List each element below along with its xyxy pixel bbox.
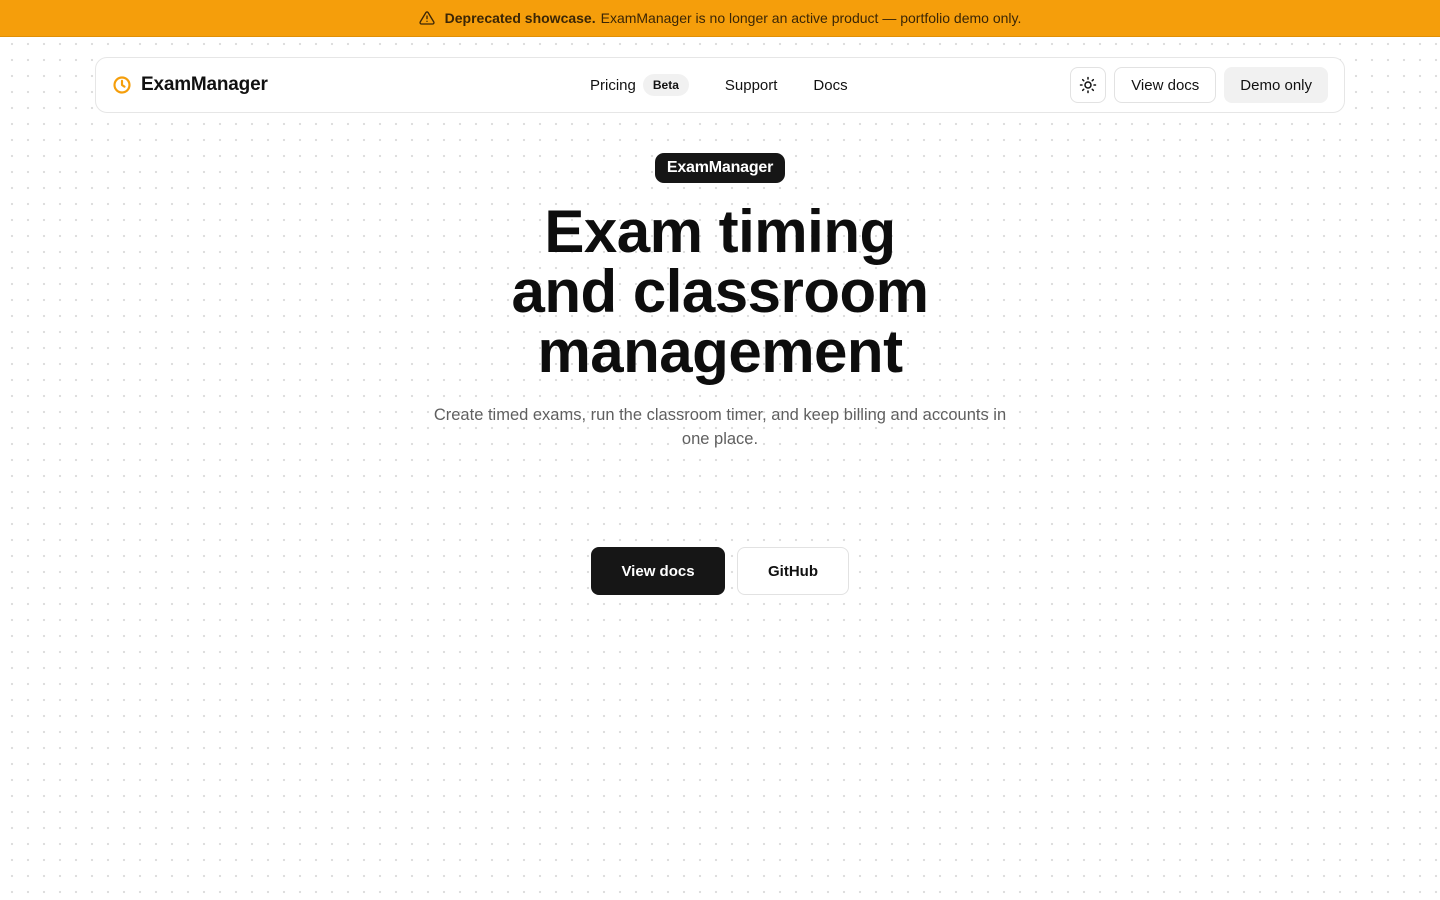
demo-only-button[interactable]: Demo only bbox=[1224, 67, 1328, 103]
brand-name: ExamManager bbox=[141, 74, 268, 95]
warning-triangle-icon bbox=[419, 10, 435, 26]
hero-badge: ExamManager bbox=[655, 153, 785, 183]
hero-title-line-3: management bbox=[537, 318, 903, 385]
hero-title-line-1: Exam timing bbox=[544, 198, 896, 265]
sun-icon bbox=[1079, 76, 1097, 94]
top-navbar: ExamManager Pricing Beta Support Docs Vi… bbox=[95, 57, 1345, 113]
view-docs-cta-button[interactable]: View docs bbox=[591, 547, 725, 595]
deprecation-banner: Deprecated showcase. ExamManager is no l… bbox=[0, 0, 1440, 37]
clock-icon bbox=[112, 75, 132, 95]
nav-link-docs[interactable]: Docs bbox=[813, 77, 847, 94]
nav-links: Pricing Beta Support Docs bbox=[590, 58, 848, 112]
nav-link-pricing-label: Pricing bbox=[590, 76, 636, 94]
beta-badge: Beta bbox=[642, 74, 689, 96]
banner-strong-text: Deprecated showcase. bbox=[444, 10, 596, 26]
hero-title-line-2: and classroom bbox=[511, 258, 930, 325]
nav-link-pricing[interactable]: Pricing Beta bbox=[590, 74, 689, 96]
theme-toggle-button[interactable] bbox=[1070, 67, 1107, 103]
nav-link-support[interactable]: Support bbox=[725, 77, 778, 94]
brand-logo[interactable]: ExamManager bbox=[112, 58, 268, 112]
nav-view-docs-button[interactable]: View docs bbox=[1114, 67, 1217, 103]
banner-text: ExamManager is no longer an active produ… bbox=[600, 10, 1022, 26]
github-cta-button[interactable]: GitHub bbox=[737, 547, 849, 595]
nav-actions: View docs Demo only bbox=[1070, 58, 1328, 112]
cta-row: View docs GitHub bbox=[0, 547, 1440, 595]
hero-title: Exam timing and classroom management bbox=[320, 202, 1120, 382]
hero-subtitle: Create timed exams, run the classroom ti… bbox=[433, 406, 1007, 448]
